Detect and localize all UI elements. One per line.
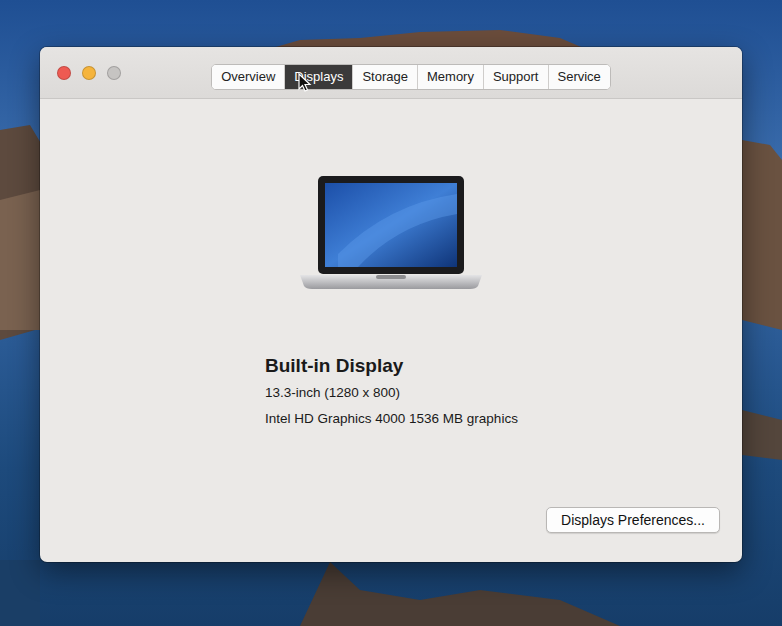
tab[interactable]: Memory xyxy=(418,65,484,89)
display-graphics: Intel HD Graphics 4000 1536 MB graphics xyxy=(265,410,720,428)
window-toolbar: OverviewDisplaysStorageMemorySupportServ… xyxy=(40,47,742,99)
about-window: OverviewDisplaysStorageMemorySupportServ… xyxy=(40,47,742,562)
tab[interactable]: Displays xyxy=(285,65,353,89)
laptop-figure xyxy=(62,174,720,292)
display-title: Built-in Display xyxy=(265,354,720,378)
close-button[interactable] xyxy=(57,66,71,80)
tab[interactable]: Storage xyxy=(353,65,418,89)
tab[interactable]: Service xyxy=(549,65,610,89)
display-size: 13.3-inch (1280 x 800) xyxy=(265,384,720,402)
displays-preferences-button[interactable]: Displays Preferences... xyxy=(546,507,720,533)
displays-panel: Built-in Display 13.3-inch (1280 x 800) In… xyxy=(40,99,742,562)
minimize-button[interactable] xyxy=(82,66,96,80)
display-info: Built-in Display 13.3-inch (1280 x 800) In… xyxy=(265,354,720,436)
button-row: Displays Preferences... xyxy=(62,507,720,533)
window-controls xyxy=(57,66,121,80)
tab[interactable]: Overview xyxy=(212,65,285,89)
zoom-button[interactable] xyxy=(107,66,121,80)
spacer xyxy=(62,436,720,507)
laptop-icon xyxy=(298,174,484,292)
tab[interactable]: Support xyxy=(484,65,549,89)
cursor-icon xyxy=(298,73,312,93)
tab-bar: OverviewDisplaysStorageMemorySupportServ… xyxy=(211,64,611,90)
